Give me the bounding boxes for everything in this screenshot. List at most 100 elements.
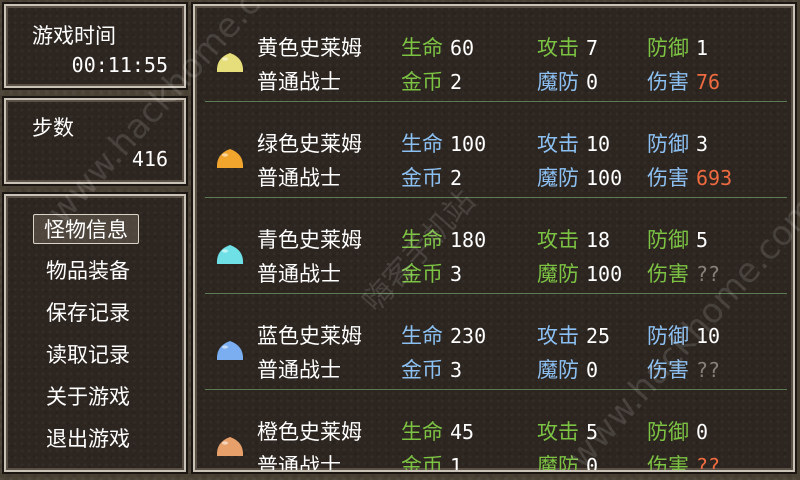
hp-label: 生命 xyxy=(401,36,443,60)
slime-body xyxy=(216,341,244,360)
steps-value: 416 xyxy=(131,147,168,171)
monster-name: 橙色史莱姆 xyxy=(257,420,362,444)
defense-cell: 防御 3 xyxy=(647,128,708,158)
magic-defense-value: 0 xyxy=(586,358,599,382)
attack-label: 攻击 xyxy=(537,420,579,444)
gold-label: 金币 xyxy=(401,70,443,94)
magic-defense-value: 100 xyxy=(586,166,623,190)
defense-value: 1 xyxy=(696,36,709,60)
monster-name: 青色史莱姆 xyxy=(257,228,362,252)
slime-body xyxy=(216,437,244,456)
attack-cell: 攻击 5 xyxy=(537,416,598,446)
hp-cell: 生命 230 xyxy=(401,320,486,350)
monster-row[interactable]: 绿色史莱姆 普通战士 生命 100 攻击 10 防御 3 金币 2 魔防 100 伤害 69… xyxy=(195,102,793,198)
magic-defense-cell: 魔防 0 xyxy=(537,450,599,472)
main-menu-panel: 怪物信息 物品装备 保存记录 读取记录 关于游戏 退出游戏 xyxy=(4,194,186,472)
attack-cell: 攻击 7 xyxy=(537,32,598,62)
menu-item-about-game[interactable]: 关于游戏 xyxy=(42,382,134,412)
magic-defense-value: 0 xyxy=(586,454,599,472)
magic-defense-label: 魔防 xyxy=(537,70,579,94)
hp-value: 60 xyxy=(450,36,475,60)
defense-label: 防御 xyxy=(647,420,689,444)
gold-value: 3 xyxy=(450,358,463,382)
steps-panel: 步数 416 xyxy=(4,98,186,184)
hp-cell: 生命 100 xyxy=(401,128,486,158)
steps-label: 步数 xyxy=(32,116,74,140)
magic-defense-label: 魔防 xyxy=(537,454,579,472)
hp-value: 100 xyxy=(450,132,487,156)
defense-label: 防御 xyxy=(647,228,689,252)
hp-cell: 生命 60 xyxy=(401,32,474,62)
monster-class: 普通战士 xyxy=(257,166,341,190)
gold-label: 金币 xyxy=(401,166,443,190)
monster-row[interactable]: 橙色史莱姆 普通战士 生命 45 攻击 5 防御 0 金币 1 魔防 0 伤害?? xyxy=(195,390,793,472)
attack-label: 攻击 xyxy=(537,132,579,156)
magic-defense-cell: 魔防 0 xyxy=(537,66,598,96)
damage-value: 693 xyxy=(696,166,733,190)
gold-value: 1 xyxy=(450,454,463,472)
menu-item-monster-info[interactable]: 怪物信息 xyxy=(33,214,139,244)
monster-row[interactable]: 青色史莱姆 普通战士 生命 180 攻击 18 防御 5 金币 3 魔防 100 伤害?? xyxy=(195,198,793,294)
menu-item-exit-game[interactable]: 退出游戏 xyxy=(42,424,134,454)
magic-defense-label: 魔防 xyxy=(537,166,579,190)
attack-value: 10 xyxy=(586,132,611,156)
gold-label: 金币 xyxy=(401,262,443,286)
defense-value: 10 xyxy=(696,324,721,348)
game-time-value: 00:11:55 xyxy=(71,53,168,77)
damage-label: 伤害 xyxy=(647,166,689,190)
magic-defense-cell: 魔防 100 xyxy=(537,258,622,288)
menu-item-items-equipment[interactable]: 物品装备 xyxy=(42,256,134,286)
magic-defense-label: 魔防 xyxy=(537,262,579,286)
attack-value: 18 xyxy=(586,228,611,252)
gold-value: 2 xyxy=(450,70,463,94)
gold-cell: 金币 2 xyxy=(401,66,462,96)
hp-label: 生命 xyxy=(401,228,443,252)
gold-cell: 金币 3 xyxy=(401,258,462,288)
hp-label: 生命 xyxy=(401,324,443,348)
attack-label: 攻击 xyxy=(537,228,579,252)
monster-info-panel[interactable]: 黄色史莱姆 普通战士 生命 60 攻击 7 防御 1 金币 2 魔防 0 伤害 76 绿色史… xyxy=(193,4,795,472)
defense-cell: 防御 1 xyxy=(647,32,708,62)
magic-defense-cell: 魔防 0 xyxy=(537,354,598,384)
damage-cell: 伤害?? xyxy=(647,354,720,384)
gold-cell: 金币 3 xyxy=(401,354,462,384)
monster-row[interactable]: 黄色史莱姆 普通战士 生命 60 攻击 7 防御 1 金币 2 魔防 0 伤害 76 xyxy=(195,6,793,102)
menu-item-save-record[interactable]: 保存记录 xyxy=(42,298,134,328)
hp-value: 45 xyxy=(450,420,475,444)
slime-icon xyxy=(216,149,244,168)
monster-row[interactable]: 蓝色史莱姆 普通战士 生命 230 攻击 25 防御 10 金币 3 魔防 0 伤害?? xyxy=(195,294,793,390)
monster-name: 绿色史莱姆 xyxy=(257,132,362,156)
damage-value: 76 xyxy=(696,70,721,94)
monster-class: 普通战士 xyxy=(257,262,341,286)
attack-label: 攻击 xyxy=(537,36,579,60)
gold-value: 2 xyxy=(450,166,463,190)
magic-defense-value: 100 xyxy=(586,262,623,286)
damage-label: 伤害 xyxy=(647,454,689,472)
defense-value: 0 xyxy=(696,420,709,444)
damage-cell: 伤害?? xyxy=(647,258,720,288)
menu-item-load-record[interactable]: 读取记录 xyxy=(42,340,134,370)
monster-name: 蓝色史莱姆 xyxy=(257,324,362,348)
attack-value: 5 xyxy=(586,420,599,444)
defense-label: 防御 xyxy=(647,132,689,156)
monster-class: 普通战士 xyxy=(257,358,341,382)
slime-body xyxy=(216,245,244,264)
slime-icon xyxy=(216,53,244,72)
slime-body xyxy=(216,53,244,72)
attack-cell: 攻击 18 xyxy=(537,224,610,254)
hp-value: 230 xyxy=(450,324,487,348)
damage-cell: 伤害 76 xyxy=(647,66,720,96)
magic-defense-value: 0 xyxy=(586,70,599,94)
monster-class: 普通战士 xyxy=(257,454,341,472)
monster-name: 黄色史莱姆 xyxy=(257,36,362,60)
defense-label: 防御 xyxy=(647,36,689,60)
gold-cell: 金币 2 xyxy=(401,162,462,192)
damage-value: ?? xyxy=(696,358,721,382)
hp-label: 生命 xyxy=(401,420,443,444)
gold-label: 金币 xyxy=(401,454,443,472)
defense-cell: 防御 10 xyxy=(647,320,720,350)
defense-value: 3 xyxy=(696,132,709,156)
attack-cell: 攻击 25 xyxy=(537,320,610,350)
gold-value: 3 xyxy=(450,262,463,286)
hp-cell: 生命 45 xyxy=(401,416,474,446)
